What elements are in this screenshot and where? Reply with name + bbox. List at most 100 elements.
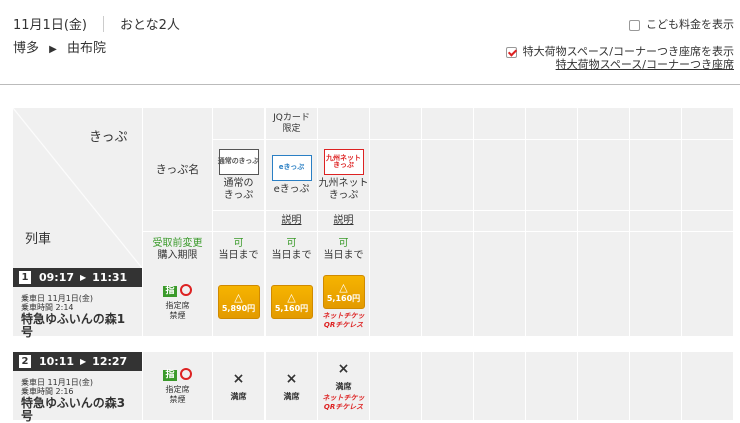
- ticket-badge-cell: [370, 108, 421, 139]
- travel-date: 11月1日(金): [13, 18, 87, 33]
- large-luggage-checkbox[interactable]: [505, 46, 517, 58]
- departure-time: 09:17: [39, 271, 75, 284]
- deadline: 当日まで: [323, 250, 364, 261]
- change-allowed: 可: [338, 238, 349, 249]
- fare-cell: △ 5,160円ネットチケッ QRチケレス: [318, 268, 369, 336]
- ticket-info-link[interactable]: 説明: [334, 215, 354, 227]
- arrival-time: 12:27: [92, 355, 128, 368]
- train-name[interactable]: 特急ゆふいんの森1号: [21, 312, 134, 339]
- ticket-info-cell: [682, 211, 733, 231]
- change-allowed: 可: [233, 238, 244, 249]
- availability-mark: △: [234, 290, 243, 304]
- ticket-badge-cell: [474, 108, 525, 139]
- sold-out-mark: ×: [337, 360, 350, 377]
- ticket-info-cell: [526, 211, 577, 231]
- train-header: 2 10:11 ▶ 12:27: [13, 352, 142, 371]
- arrow-icon: ▶: [49, 44, 57, 55]
- fare-price: 5,160円: [274, 303, 309, 313]
- deadline-label: 購入期限: [157, 250, 198, 261]
- train-name[interactable]: 特急ゆふいんの森3号: [21, 396, 134, 423]
- ticket-cell: [422, 140, 473, 210]
- ticket-cell: [682, 140, 733, 210]
- large-luggage-link[interactable]: 特大荷物スペース/コーナーつき座席: [556, 56, 734, 72]
- fare-cell: [578, 268, 629, 336]
- ticket-cell: [578, 140, 629, 210]
- child-fare-label: こども料金を表示: [646, 18, 734, 31]
- ticket-info-link[interactable]: 説明: [282, 215, 302, 227]
- ticket-change-cell: [526, 232, 577, 268]
- departure-time: 10:11: [39, 355, 75, 368]
- fare-button[interactable]: △ 5,890円: [217, 285, 260, 319]
- corner-train-label: 列車: [25, 232, 52, 247]
- ticket-change-cell: [578, 232, 629, 268]
- train-header: 1 09:17 ▶ 11:31: [13, 268, 142, 287]
- ticket-badge-cell: [422, 108, 473, 139]
- fare-cell: △ 5,890円: [213, 268, 264, 336]
- child-fare-option[interactable]: こども料金を表示: [629, 16, 734, 32]
- reserved-seat-icon: 指: [163, 369, 177, 381]
- fare-button[interactable]: △ 5,160円: [322, 275, 365, 310]
- search-summary: 11月1日(金) おとな2人: [13, 14, 180, 33]
- ticket-cell: [474, 140, 525, 210]
- ticket-info-cell: [578, 211, 629, 231]
- train-info: 乗車日 11月1日(金) 乗車時間 2:16 特急ゆふいんの森3号: [13, 371, 142, 423]
- fare-cell: [370, 352, 421, 420]
- sold-out-label: 満席: [335, 381, 352, 391]
- ticket-badge-cell: [526, 108, 577, 139]
- fare-cell: [422, 268, 473, 336]
- ticket-logo-icon: eきっぷ: [271, 154, 312, 181]
- route: 博多 ▶ 由布院: [13, 37, 106, 56]
- qr-ticketless-icon: ネットチケッ QRチケレス: [322, 312, 365, 329]
- smoking-type: 禁煙: [169, 394, 186, 404]
- sold-out-mark: ×: [232, 370, 245, 387]
- ticket-cell: [526, 140, 577, 210]
- ticket-cell: 九州ネット きっぷ 九州ネット きっぷ: [318, 140, 369, 210]
- ticket-info-cell: [474, 211, 525, 231]
- seat-type: 指定席: [165, 384, 190, 394]
- ticket-name: 九州ネット きっぷ: [318, 177, 369, 201]
- divider: [0, 84, 740, 85]
- fare-cell: [422, 352, 473, 420]
- seat-type-cell: 指指定席 禁煙: [143, 352, 212, 420]
- fare-button[interactable]: △ 5,160円: [270, 285, 313, 319]
- fare-cell: [682, 352, 733, 420]
- availability-mark: △: [339, 280, 348, 294]
- fare-cell: [526, 352, 577, 420]
- ticket-change-cell: [630, 232, 681, 268]
- fare-cell: [630, 268, 681, 336]
- no-smoking-icon: [179, 283, 192, 296]
- ticket-info-cell: 説明: [266, 211, 317, 231]
- fare-cell: × 満席ネットチケッ QRチケレス: [318, 352, 369, 420]
- ticket-info-cell: 説明: [318, 211, 369, 231]
- qr-ticketless-icon: ネットチケッ QRチケレス: [322, 394, 365, 411]
- ticket-change-cell: [370, 232, 421, 268]
- sold-out-mark: ×: [285, 370, 298, 387]
- ticket-badge-cell: [318, 108, 369, 139]
- fare-cell: [526, 268, 577, 336]
- ticket-name: 通常の きっぷ: [223, 177, 254, 201]
- ticket-badge-cell: [682, 108, 733, 139]
- seat-type-cell: 指指定席 禁煙: [143, 268, 212, 336]
- deadline: 当日まで: [271, 250, 312, 261]
- ticket-change-cell: [474, 232, 525, 268]
- availability-mark: △: [287, 290, 296, 304]
- ticket-badge: JQカード 限定: [273, 112, 310, 134]
- arrow-icon: ▶: [80, 273, 87, 282]
- fare-cell: [630, 352, 681, 420]
- ticket-badge-cell: [213, 108, 264, 139]
- change-label: 受取前変更: [152, 238, 203, 249]
- child-fare-checkbox[interactable]: [629, 19, 640, 31]
- ticket-info-cell: [630, 211, 681, 231]
- ticket-change-cell: 可当日まで: [266, 232, 317, 268]
- arrival-time: 11:31: [92, 271, 128, 284]
- ticket-logo-icon: 九州ネット きっぷ: [323, 148, 364, 175]
- train-info: 乗車日 11月1日(金) 乗車時間 2:14 特急ゆふいんの森1号: [13, 287, 142, 339]
- ticket-cell: [630, 140, 681, 210]
- ticket-cell: [370, 140, 421, 210]
- destination: 由布院: [67, 41, 107, 56]
- sold-out-label: 満席: [283, 391, 300, 401]
- ticket-badge-cell: [578, 108, 629, 139]
- fare-cell: [474, 268, 525, 336]
- no-smoking-icon: [179, 367, 192, 380]
- ticket-name: eきっぷ: [273, 183, 310, 195]
